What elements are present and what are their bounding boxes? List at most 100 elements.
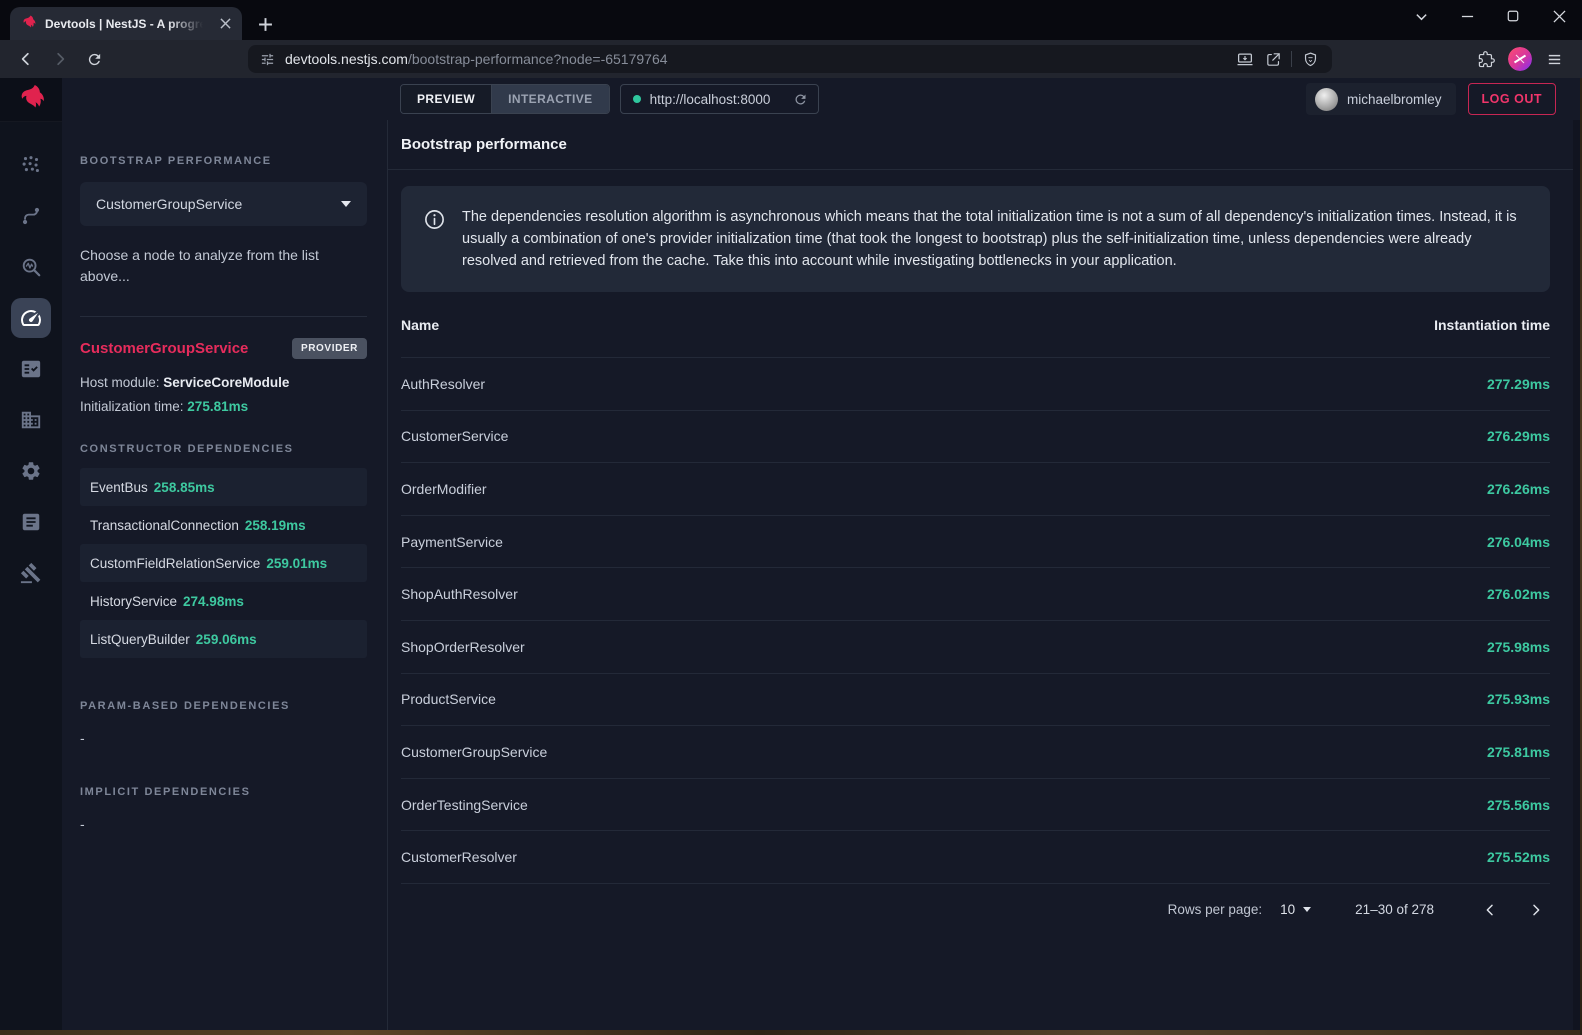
table-row[interactable]: OrderModifier276.26ms bbox=[401, 463, 1550, 516]
node-select[interactable]: CustomerGroupService bbox=[80, 182, 367, 226]
target-url: http://localhost:8000 bbox=[650, 92, 771, 107]
sidebar-item-graph[interactable] bbox=[16, 150, 46, 180]
rows-per-page-select[interactable]: 10 bbox=[1280, 902, 1311, 917]
constructor-deps-title: CONSTRUCTOR DEPENDENCIES bbox=[80, 443, 367, 455]
sidebar-item-modules[interactable] bbox=[16, 405, 46, 435]
dependency-item[interactable]: CustomFieldRelationService259.01ms bbox=[80, 544, 367, 582]
url-host: devtools.nestjs.com bbox=[285, 51, 408, 67]
chevron-down-icon bbox=[1303, 907, 1311, 912]
dependency-item[interactable]: ListQueryBuilder259.06ms bbox=[80, 620, 367, 658]
back-button[interactable] bbox=[10, 44, 42, 74]
sidebar-item-gavel[interactable] bbox=[16, 558, 46, 588]
dependency-item[interactable]: TransactionalConnection258.19ms bbox=[80, 506, 367, 544]
target-refresh-icon[interactable] bbox=[793, 92, 808, 107]
tab-title: Devtools | NestJS - A progressive bbox=[45, 17, 203, 31]
column-instantiation-time: Instantiation time bbox=[1434, 317, 1550, 333]
sidebar-item-audits[interactable] bbox=[16, 354, 46, 384]
sidebar-item-insights[interactable] bbox=[16, 252, 46, 282]
table-row[interactable]: OrderTestingService275.56ms bbox=[401, 779, 1550, 832]
window-maximize-button[interactable] bbox=[1490, 0, 1536, 32]
provider-badge: PROVIDER bbox=[292, 338, 367, 359]
panel-hint: Choose a node to analyze from the list a… bbox=[80, 245, 367, 287]
implicit-deps-title: IMPLICIT DEPENDENCIES bbox=[80, 786, 367, 798]
nestjs-favicon-icon bbox=[20, 15, 37, 32]
sidebar-item-routes[interactable] bbox=[16, 201, 46, 231]
browser-profile-avatar[interactable] bbox=[1508, 47, 1532, 71]
init-time-value: 275.81ms bbox=[187, 399, 248, 414]
host-module-row: Host module: ServiceCoreModule bbox=[80, 375, 367, 390]
mode-switch: PREVIEW INTERACTIVE bbox=[400, 84, 610, 114]
url-text: devtools.nestjs.com/bootstrap-performanc… bbox=[285, 51, 1231, 67]
table-row[interactable]: CustomerService276.29ms bbox=[401, 411, 1550, 464]
interactive-tab[interactable]: INTERACTIVE bbox=[491, 85, 608, 113]
next-page-button[interactable] bbox=[1522, 896, 1550, 924]
dependency-item[interactable]: HistoryService274.98ms bbox=[80, 582, 367, 620]
tab-close-icon[interactable] bbox=[216, 15, 234, 33]
sidebar-rail bbox=[0, 78, 62, 1030]
site-settings-icon[interactable] bbox=[260, 52, 275, 67]
browser-toolbar: devtools.nestjs.com/bootstrap-performanc… bbox=[0, 40, 1582, 78]
browser-window: Devtools | NestJS - A progressive devtoo… bbox=[0, 0, 1582, 1035]
toolbar-separator bbox=[1291, 51, 1292, 67]
panel-section-title: BOOTSTRAP PERFORMANCE bbox=[80, 155, 367, 167]
param-deps-value: - bbox=[80, 730, 367, 746]
info-icon bbox=[423, 208, 446, 272]
brave-shield-icon[interactable] bbox=[1296, 47, 1324, 71]
nestjs-logo[interactable] bbox=[0, 78, 62, 122]
table-row[interactable]: CustomerResolver275.52ms bbox=[401, 831, 1550, 884]
table-row[interactable]: ShopAuthResolver276.02ms bbox=[401, 568, 1550, 621]
logout-button[interactable]: LOG OUT bbox=[1468, 83, 1556, 115]
sidebar-item-settings[interactable] bbox=[16, 456, 46, 486]
preview-tab[interactable]: PREVIEW bbox=[401, 85, 491, 113]
tab-search-icon[interactable] bbox=[1398, 0, 1444, 32]
user-avatar bbox=[1315, 88, 1338, 111]
url-path: /bootstrap-performance?node=-65179764 bbox=[408, 51, 668, 67]
table-row[interactable]: AuthResolver277.29ms bbox=[401, 358, 1550, 411]
implicit-deps-value: - bbox=[80, 816, 367, 832]
connection-status-dot bbox=[633, 95, 641, 103]
user-chip[interactable]: michaelbromley bbox=[1306, 83, 1456, 115]
previous-page-button[interactable] bbox=[1476, 896, 1504, 924]
browser-tab[interactable]: Devtools | NestJS - A progressive bbox=[10, 7, 242, 40]
forward-button[interactable] bbox=[44, 44, 76, 74]
extensions-icon[interactable] bbox=[1470, 44, 1502, 74]
pagination: Rows per page: 10 21–30 of 278 bbox=[401, 884, 1550, 936]
target-url-widget[interactable]: http://localhost:8000 bbox=[620, 84, 820, 114]
reload-button[interactable] bbox=[78, 44, 110, 74]
init-time-row: Initialization time: 275.81ms bbox=[80, 399, 367, 414]
table-row[interactable]: PaymentService276.04ms bbox=[401, 516, 1550, 569]
window-minimize-button[interactable] bbox=[1444, 0, 1490, 32]
info-text: The dependencies resolution algorithm is… bbox=[462, 206, 1528, 272]
rows-per-page-label: Rows per page: bbox=[1168, 902, 1263, 917]
send-to-device-icon[interactable] bbox=[1231, 47, 1259, 71]
table-row[interactable]: ProductService275.93ms bbox=[401, 674, 1550, 727]
panel-divider bbox=[80, 316, 367, 317]
bootstrap-panel: BOOTSTRAP PERFORMANCE CustomerGroupServi… bbox=[62, 120, 387, 1030]
app-header: PREVIEW INTERACTIVE http://localhost:800… bbox=[62, 78, 1582, 120]
node-select-value: CustomerGroupService bbox=[96, 196, 242, 212]
new-tab-button[interactable] bbox=[252, 11, 278, 37]
info-box: The dependencies resolution algorithm is… bbox=[401, 186, 1550, 292]
url-bar[interactable]: devtools.nestjs.com/bootstrap-performanc… bbox=[248, 45, 1332, 73]
table-header: Name Instantiation time bbox=[401, 292, 1550, 358]
table-row[interactable]: ShopOrderResolver275.98ms bbox=[401, 621, 1550, 674]
dependency-item[interactable]: EventBus258.85ms bbox=[80, 468, 367, 506]
window-close-button[interactable] bbox=[1536, 0, 1582, 32]
selected-node-name: CustomerGroupService bbox=[80, 340, 248, 357]
sidebar-item-logs[interactable] bbox=[16, 507, 46, 537]
desktop-edge bbox=[0, 1030, 1582, 1035]
chevron-down-icon bbox=[341, 201, 351, 207]
constructor-deps-list: EventBus258.85ms TransactionalConnection… bbox=[80, 468, 367, 658]
username: michaelbromley bbox=[1347, 92, 1442, 107]
table-row[interactable]: CustomerGroupService275.81ms bbox=[401, 726, 1550, 779]
sidebar-item-performance[interactable] bbox=[11, 298, 51, 338]
column-name: Name bbox=[401, 317, 439, 333]
host-module-value: ServiceCoreModule bbox=[163, 375, 289, 390]
page-title: Bootstrap performance bbox=[401, 136, 567, 153]
browser-menu-icon[interactable] bbox=[1538, 44, 1570, 74]
main-content: Bootstrap performance The dependencies r… bbox=[387, 120, 1582, 1030]
param-deps-title: PARAM-BASED DEPENDENCIES bbox=[80, 700, 367, 712]
pagination-range: 21–30 of 278 bbox=[1355, 902, 1434, 917]
share-icon[interactable] bbox=[1259, 47, 1287, 71]
browser-titlebar: Devtools | NestJS - A progressive bbox=[0, 0, 1582, 40]
